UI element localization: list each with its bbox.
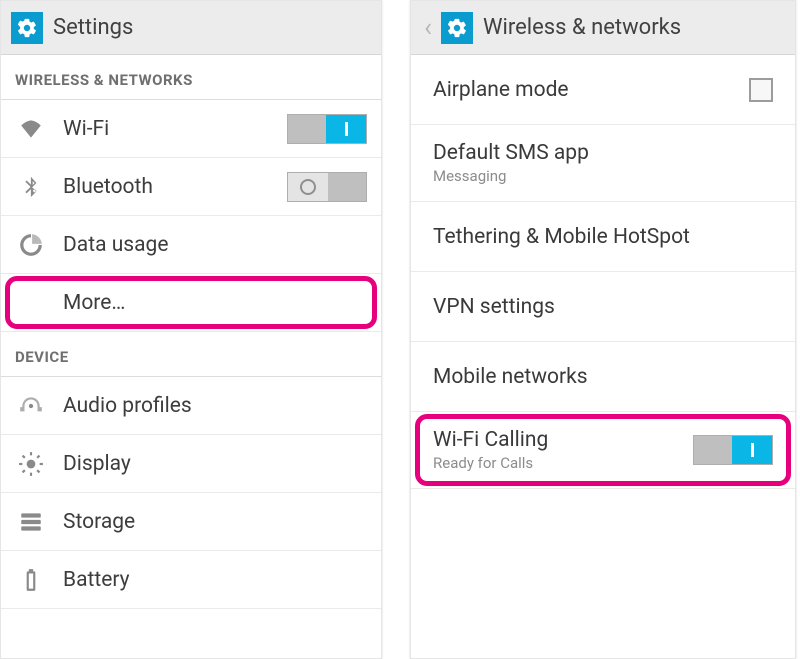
page-title: Settings (53, 15, 133, 40)
display-icon (15, 448, 47, 480)
bluetooth-icon (15, 171, 47, 203)
row-more[interactable]: More… (1, 274, 381, 332)
row-audio-profiles[interactable]: Audio profiles (1, 377, 381, 435)
audio-profiles-icon (15, 390, 47, 422)
page-title: Wireless & networks (483, 15, 681, 40)
row-label: Display (63, 452, 367, 476)
row-label: Default SMS app (433, 141, 773, 165)
row-label: Wi-Fi (63, 117, 287, 141)
row-airplane-mode[interactable]: Airplane mode (411, 55, 795, 125)
wireless-networks-screen: ‹ Wireless & networks Airplane mode Defa… (410, 0, 796, 659)
row-default-sms[interactable]: Default SMS app Messaging (411, 125, 795, 202)
row-bluetooth[interactable]: Bluetooth (1, 158, 381, 216)
back-icon[interactable]: ‹ (421, 1, 435, 55)
row-vpn-settings[interactable]: VPN settings (411, 272, 795, 342)
settings-gear-icon (441, 12, 473, 44)
row-sublabel: Ready for Calls (433, 454, 693, 472)
wifi-icon (15, 113, 47, 145)
data-usage-icon (15, 229, 47, 261)
wireless-list: Airplane mode Default SMS app Messaging … (411, 55, 795, 658)
settings-screen: Settings WIRELESS & NETWORKS Wi-Fi Bluet… (0, 0, 382, 659)
bluetooth-toggle[interactable] (287, 172, 367, 202)
action-bar: Settings (1, 1, 381, 55)
row-label: Wi-Fi Calling (433, 428, 693, 452)
row-label: Tethering & Mobile HotSpot (433, 225, 773, 249)
row-display[interactable]: Display (1, 435, 381, 493)
row-storage[interactable]: Storage (1, 493, 381, 551)
row-label: Battery (63, 568, 367, 592)
settings-gear-icon (11, 12, 43, 44)
row-label: Storage (63, 510, 367, 534)
row-data-usage[interactable]: Data usage (1, 216, 381, 274)
row-label: More… (63, 291, 367, 315)
row-battery[interactable]: Battery (1, 551, 381, 609)
row-label: VPN settings (433, 295, 773, 319)
wifi-calling-toggle[interactable] (693, 435, 773, 465)
airplane-checkbox[interactable] (749, 78, 773, 102)
row-label: Audio profiles (63, 394, 367, 418)
settings-list: WIRELESS & NETWORKS Wi-Fi Bluetooth Dat (1, 55, 381, 658)
section-header-device: DEVICE (1, 332, 381, 377)
section-header-wireless: WIRELESS & NETWORKS (1, 55, 381, 100)
row-wifi-calling[interactable]: Wi-Fi Calling Ready for Calls (411, 412, 795, 489)
action-bar: ‹ Wireless & networks (411, 1, 795, 55)
storage-icon (15, 506, 47, 538)
row-sublabel: Messaging (433, 167, 773, 185)
row-wifi[interactable]: Wi-Fi (1, 100, 381, 158)
row-label: Bluetooth (63, 175, 287, 199)
battery-icon (15, 564, 47, 596)
row-label: Mobile networks (433, 365, 773, 389)
row-label: Airplane mode (433, 78, 749, 102)
wifi-toggle[interactable] (287, 114, 367, 144)
row-label: Data usage (63, 233, 367, 257)
row-mobile-networks[interactable]: Mobile networks (411, 342, 795, 412)
row-tethering[interactable]: Tethering & Mobile HotSpot (411, 202, 795, 272)
